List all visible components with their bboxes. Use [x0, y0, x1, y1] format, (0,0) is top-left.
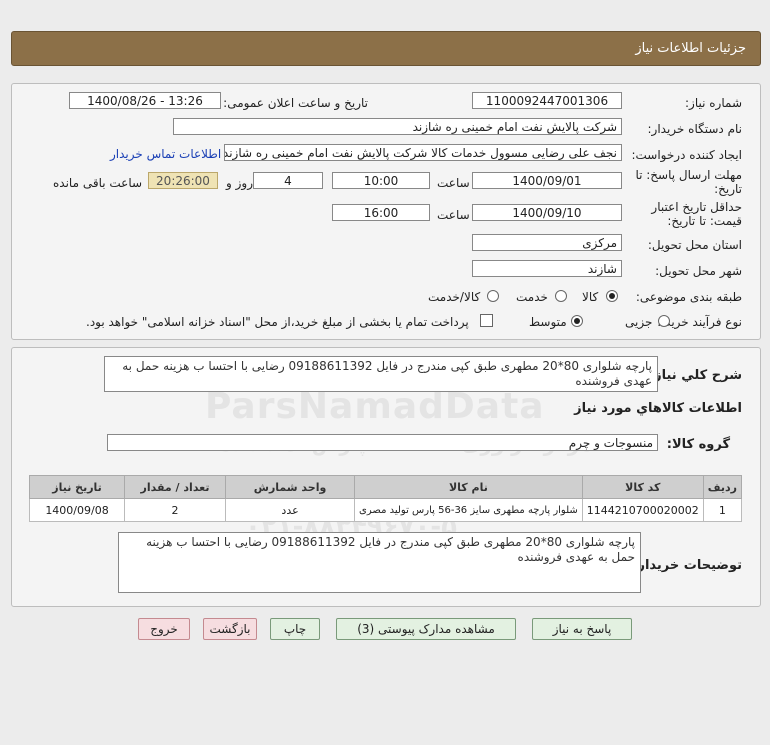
reply-date-field: 1400/09/01: [472, 172, 622, 189]
reply-button[interactable]: پاسخ به نیاز: [532, 618, 632, 640]
col-unit: واحد شمارش: [225, 475, 356, 499]
print-button[interactable]: چاپ: [270, 618, 320, 640]
remaining-label: ساعت باقی مانده: [53, 176, 143, 190]
buyer-org-field: شرکت پالایش نفت امام خمینی ره شازند: [173, 118, 622, 135]
days-remaining-field: 4: [253, 172, 323, 189]
page-title: جزئیات اطلاعات نیاز: [635, 41, 746, 56]
goods-table-header: ردیف کد کالا نام کالا واحد شمارش تعداد /…: [28, 475, 743, 499]
process-medium-radio[interactable]: [571, 315, 583, 327]
col-date: تاریخ نیاز: [28, 475, 126, 499]
exit-button[interactable]: خروج: [138, 618, 190, 640]
city-field: شازند: [472, 260, 622, 277]
buyer-org-label: نام دستگاه خریدار:: [647, 122, 743, 136]
cell-row: 1: [702, 498, 743, 522]
buyer-notes-label: توضیحات خریدار:: [632, 558, 742, 573]
category-service-label: خدمت: [516, 290, 548, 304]
need-number-label: شماره نیاز:: [685, 96, 742, 110]
col-name: نام کالا: [354, 475, 583, 499]
table-row: 1 1144210700020002 شلوار پارچه مطهری سای…: [28, 498, 743, 522]
price-validity-label: حداقل تاریخ اعتبار: [651, 200, 742, 214]
category-goods-service-label: کالا/خدمت: [428, 290, 481, 304]
col-code: کد کالا: [581, 475, 704, 499]
validity-time-label: ساعت: [437, 208, 470, 222]
goods-info-title: اطلاعات کالاهاي مورد نياز: [574, 401, 742, 416]
cell-date: 1400/09/08: [28, 498, 126, 522]
page-header: جزئیات اطلاعات نیاز: [11, 31, 761, 66]
view-attachments-button[interactable]: مشاهده مدارک پیوستی (3): [336, 618, 516, 640]
back-button[interactable]: بازگشت: [203, 618, 257, 640]
province-label: استان محل تحویل:: [647, 238, 742, 252]
description-field: پارچه شلواری 80*20 مطهری طبق کپی مندرج د…: [104, 356, 658, 392]
countdown-timer: 20:26:00: [148, 172, 218, 189]
price-validity-label-2: قیمت: تا تاریخ:: [667, 214, 742, 228]
announce-label: تاریخ و ساعت اعلان عمومی:: [223, 96, 368, 110]
requester-field: نجف علی رضایی مسوول خدمات کالا شرکت پالا…: [224, 144, 622, 161]
validity-time-field: 16:00: [332, 204, 430, 221]
col-qty: تعداد / مقدار: [124, 475, 227, 499]
category-goods-radio[interactable]: [606, 290, 618, 302]
cell-code: 1144210700020002: [581, 498, 704, 522]
process-medium-label: متوسط: [529, 315, 567, 329]
reply-time-field: 10:00: [332, 172, 430, 189]
reply-time-label: ساعت: [437, 176, 470, 190]
treasury-payment-note: پرداخت تمام یا بخشی از مبلغ خرید،از محل …: [86, 315, 469, 329]
category-goods-service-radio[interactable]: [487, 290, 499, 302]
reply-deadline-label-2: تاریخ:: [714, 182, 742, 196]
days-label: روز و: [226, 176, 253, 190]
process-minor-radio[interactable]: [658, 315, 670, 327]
col-row: ردیف: [702, 475, 743, 499]
treasury-payment-checkbox[interactable]: [480, 314, 493, 327]
cell-name: شلوار پارچه مطهری سایز 36-56 پارس تولید …: [354, 498, 583, 522]
city-label: شهر محل تحویل:: [655, 264, 742, 278]
goods-table: ردیف کد کالا نام کالا واحد شمارش تعداد /…: [28, 475, 743, 522]
process-minor-label: جزیی: [625, 315, 653, 329]
cell-qty: 2: [124, 498, 227, 522]
buyer-contact-link[interactable]: اطلاعات تماس خریدار: [110, 147, 221, 161]
category-label: طبقه بندی موضوعی:: [635, 290, 742, 304]
description-label: شرح کلي نياز:: [648, 368, 742, 383]
category-goods-label: کالا: [582, 290, 599, 304]
cell-unit: عدد: [225, 498, 356, 522]
province-field: مرکزی: [472, 234, 622, 251]
goods-group-field: منسوجات و چرم: [107, 434, 658, 451]
requester-label: ایجاد کننده درخواست:: [631, 148, 742, 162]
need-number-field: 1100092447001306: [472, 92, 622, 109]
goods-group-label: گروه کالا:: [666, 437, 730, 452]
validity-date-field: 1400/09/10: [472, 204, 622, 221]
reply-deadline-label: مهلت ارسال پاسخ: تا: [635, 168, 742, 182]
announce-datetime-field: 1400/08/26 - 13:26: [69, 92, 221, 109]
category-service-radio[interactable]: [555, 290, 567, 302]
buyer-notes-field: پارچه شلواری 80*20 مطهری طبق کپی مندرج د…: [118, 532, 641, 593]
